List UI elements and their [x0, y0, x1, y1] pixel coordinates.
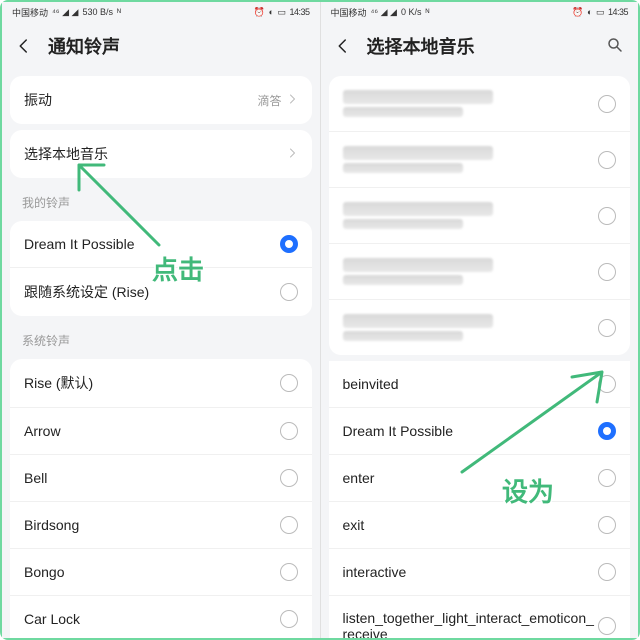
status-bar: 中国移动 ⁴⁶ ◢ ◢ 0 K/sᴺ ⏰ ◐ ▭ 14:35: [321, 2, 639, 22]
ringtone-label: Dream It Possible: [24, 236, 280, 252]
nfc-icon: ᴺ: [425, 7, 429, 17]
page-title: 选择本地音乐: [367, 33, 593, 59]
radio-icon: [280, 374, 298, 392]
music-label: interactive: [343, 564, 599, 580]
music-label: listen_together_light_interact_emoticon_…: [343, 610, 599, 638]
back-button[interactable]: [333, 36, 353, 56]
ringtone-label: Rise (默认): [24, 373, 280, 393]
radio-icon: [598, 469, 616, 487]
music-row[interactable]: interactive: [329, 549, 631, 596]
radio-icon: [598, 151, 616, 169]
header: 通知铃声: [2, 22, 320, 70]
music-row-redacted[interactable]: [329, 76, 631, 132]
ringtone-label: Car Lock: [24, 611, 280, 627]
net-speed: 0 K/s: [401, 7, 422, 17]
net-speed: 530 B/s: [82, 7, 113, 17]
section-my-ringtones: 我的铃声: [2, 184, 320, 215]
carrier-label: 中国移动: [12, 6, 48, 19]
dnd-icon: ◐: [587, 7, 592, 17]
music-row-redacted[interactable]: [329, 300, 631, 355]
ringtone-label: 跟随系统设定 (Rise): [24, 282, 280, 302]
music-row[interactable]: listen_together_light_interact_emoticon_…: [329, 596, 631, 638]
chevron-right-icon: [286, 146, 298, 162]
battery-icon: ▭: [277, 7, 285, 18]
clock-label: 14:35: [608, 7, 628, 17]
music-row[interactable]: Dream It Possible: [329, 408, 631, 455]
back-button[interactable]: [14, 36, 34, 56]
ringtone-row[interactable]: Dream It Possible: [10, 221, 312, 268]
ringtone-row[interactable]: Bell: [10, 455, 312, 502]
radio-icon: [280, 235, 298, 253]
vibrate-value: 滴答: [257, 92, 281, 109]
ringtone-row[interactable]: Rise (默认): [10, 359, 312, 408]
ringtone-row[interactable]: 跟随系统设定 (Rise): [10, 268, 312, 316]
ringtone-row[interactable]: Arrow: [10, 408, 312, 455]
ringtone-row[interactable]: Birdsong: [10, 502, 312, 549]
music-row[interactable]: enter: [329, 455, 631, 502]
ringtone-label: Bongo: [24, 564, 280, 580]
radio-icon: [280, 283, 298, 301]
vibrate-label: 振动: [24, 90, 257, 110]
alarm-icon: ⏰: [572, 7, 583, 18]
row-local-music[interactable]: 选择本地音乐: [10, 130, 312, 178]
music-label: exit: [343, 517, 599, 533]
radio-icon: [280, 422, 298, 440]
radio-icon: [598, 563, 616, 581]
music-row[interactable]: exit: [329, 502, 631, 549]
radio-icon: [598, 375, 616, 393]
ringtone-label: Arrow: [24, 423, 280, 439]
section-system-ringtones: 系统铃声: [2, 322, 320, 353]
battery-icon: ▭: [596, 7, 604, 18]
ringtone-label: Birdsong: [24, 517, 280, 533]
left-pane: 中国移动 ⁴⁶ ◢ ◢ 530 B/s ᴺ ⏰ ◐▭ 14:35 通知铃声 振动 滴答 选…: [2, 2, 320, 638]
chevron-right-icon: [286, 92, 298, 108]
radio-icon: [280, 610, 298, 628]
row-vibrate[interactable]: 振动 滴答: [10, 76, 312, 124]
music-row[interactable]: beinvited: [329, 361, 631, 408]
radio-icon: [280, 469, 298, 487]
radio-icon: [598, 263, 616, 281]
right-pane: 中国移动 ⁴⁶ ◢ ◢ 0 K/sᴺ ⏰ ◐ ▭ 14:35 选择本地音乐 beinvit…: [320, 2, 639, 638]
radio-icon: [598, 422, 616, 440]
music-row-redacted[interactable]: [329, 244, 631, 300]
radio-icon: [598, 207, 616, 225]
page-title: 通知铃声: [48, 33, 308, 59]
radio-icon: [280, 563, 298, 581]
radio-icon: [598, 617, 616, 635]
nfc-icon: ᴺ: [117, 7, 121, 17]
status-bar: 中国移动 ⁴⁶ ◢ ◢ 530 B/s ᴺ ⏰ ◐▭ 14:35: [2, 2, 320, 22]
music-label: enter: [343, 470, 599, 486]
music-row-redacted[interactable]: [329, 132, 631, 188]
dnd-icon: ◐: [269, 7, 274, 17]
radio-icon: [598, 516, 616, 534]
ringtone-label: Bell: [24, 470, 280, 486]
alarm-icon: ⏰: [254, 7, 265, 18]
clock-label: 14:35: [289, 7, 309, 17]
signal-icon: ⁴⁶ ◢ ◢: [371, 7, 397, 18]
ringtone-row[interactable]: Bongo: [10, 549, 312, 596]
music-label: Dream It Possible: [343, 423, 599, 439]
local-music-label: 选择本地音乐: [24, 144, 286, 164]
radio-icon: [280, 516, 298, 534]
search-button[interactable]: [606, 36, 626, 56]
header: 选择本地音乐: [321, 22, 639, 70]
music-row-redacted[interactable]: [329, 188, 631, 244]
music-label: beinvited: [343, 376, 599, 392]
signal-icon: ⁴⁶ ◢ ◢: [52, 7, 78, 18]
ringtone-row[interactable]: Car Lock: [10, 596, 312, 638]
radio-icon: [598, 95, 616, 113]
carrier-label: 中国移动: [331, 6, 367, 19]
radio-icon: [598, 319, 616, 337]
